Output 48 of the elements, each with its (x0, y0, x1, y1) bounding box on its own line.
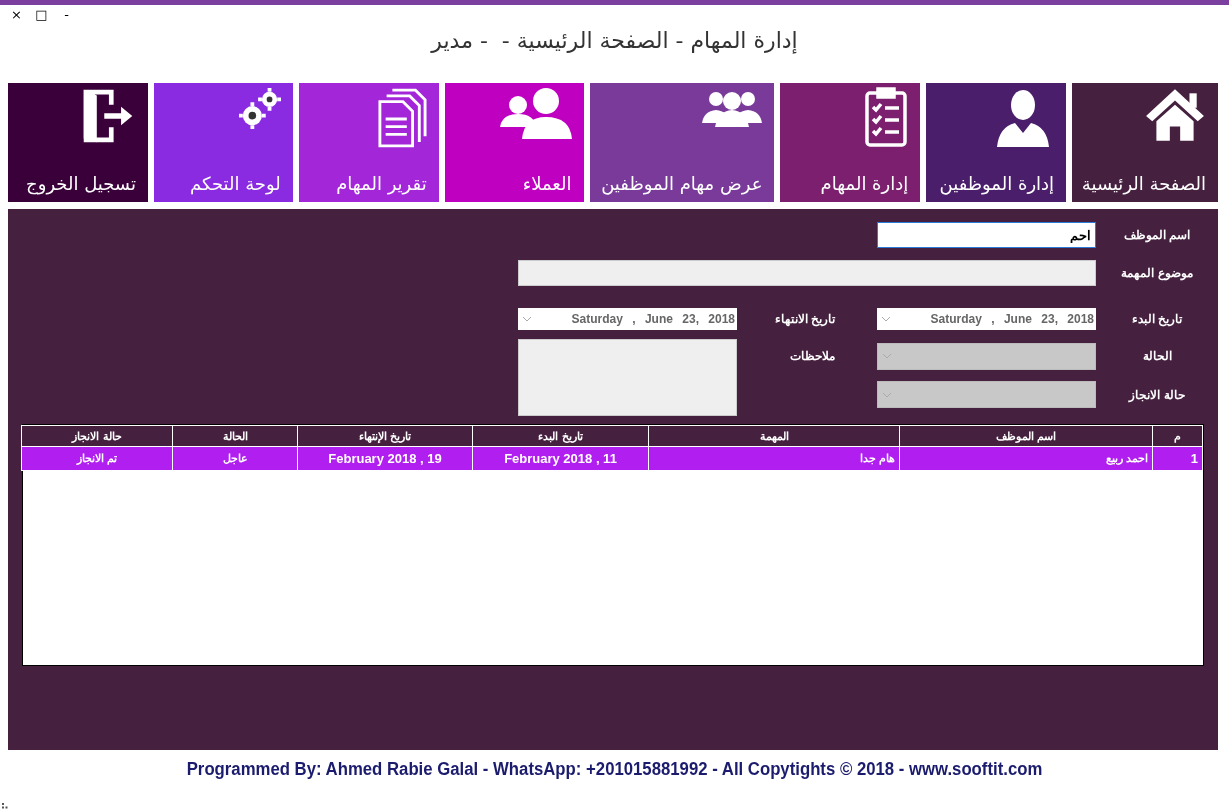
column-header: تاريخ البدء (472, 425, 649, 447)
minimize-button[interactable]: - (60, 8, 73, 22)
nav-tile[interactable]: عرض مهام الموظفين (589, 83, 775, 202)
window-title: إدارة المهام - الصفحة الرئيسية - - مدير (429, 28, 799, 53)
notes-field[interactable] (518, 339, 737, 416)
nav-tile[interactable]: العملاء (444, 83, 584, 202)
field-label: الحالة (1142, 349, 1172, 363)
table-cell: هام جدا (648, 446, 900, 471)
close-button[interactable]: × (10, 8, 23, 22)
task-subject-field[interactable] (518, 260, 1096, 286)
chevron-icon (522, 315, 532, 322)
chevron-icon (882, 391, 892, 398)
documents-icon (376, 87, 427, 149)
end-date-picker[interactable]: Saturday , June 23, 2018 (518, 307, 737, 330)
column-header: حالة الانجاز (21, 425, 173, 447)
field-label: اسم الموظف (1123, 228, 1191, 242)
column-header: م (1152, 425, 1203, 447)
gears-icon (238, 87, 281, 129)
table-cell: February 2018 , 19 (297, 446, 473, 471)
table-cell: February 2018 , 11 (472, 446, 649, 471)
nav-tile[interactable]: الصفحة الرئيسية (1072, 83, 1218, 202)
nav-tile[interactable]: إدارة الموظفين (926, 83, 1067, 202)
users-icon (499, 87, 572, 139)
field-label: تاريخ الانتهاء (774, 311, 835, 326)
table-cell: عاجل (172, 446, 298, 471)
field-label: تاريخ البدء (1131, 311, 1183, 326)
chevron-icon (881, 315, 891, 322)
checklist-icon (864, 87, 909, 147)
field-label: حالة الانجاز (1129, 387, 1185, 402)
nav-tile[interactable]: إدارة المهام (780, 83, 921, 202)
column-header: اسم الموظف (899, 425, 1153, 447)
nav-tile[interactable]: لوحة التحكم (153, 83, 293, 202)
nav-tile[interactable]: تقرير المهام (298, 83, 439, 202)
column-header: الحالة (172, 425, 298, 447)
field-label: ملاحظات (790, 349, 835, 363)
chevron-icon (882, 353, 892, 359)
footer-credits: Programmed By: Ahmed Rabie Galal - WhatsApp: +201015881992 - All Copytights © 2018 - www.sooftit.com (185, 759, 1044, 780)
table-cell: 1 (1152, 446, 1203, 471)
home-icon (1144, 87, 1206, 141)
start-date-picker[interactable]: Saturday , June 23, 2018 (877, 307, 1096, 330)
column-header: تاريخ الإنتهاء (297, 425, 473, 447)
maximize-button[interactable]: □ (35, 8, 48, 22)
field-label: موضوع المهمة (1121, 266, 1193, 280)
table-cell: تم الانجاز (21, 446, 173, 471)
column-header: المهمة (648, 425, 900, 447)
employee-name-field[interactable]: احم (877, 222, 1096, 248)
table-cell: احمد ربيع (899, 446, 1153, 471)
nav-tile[interactable]: تسجيل الخروج (8, 83, 148, 202)
